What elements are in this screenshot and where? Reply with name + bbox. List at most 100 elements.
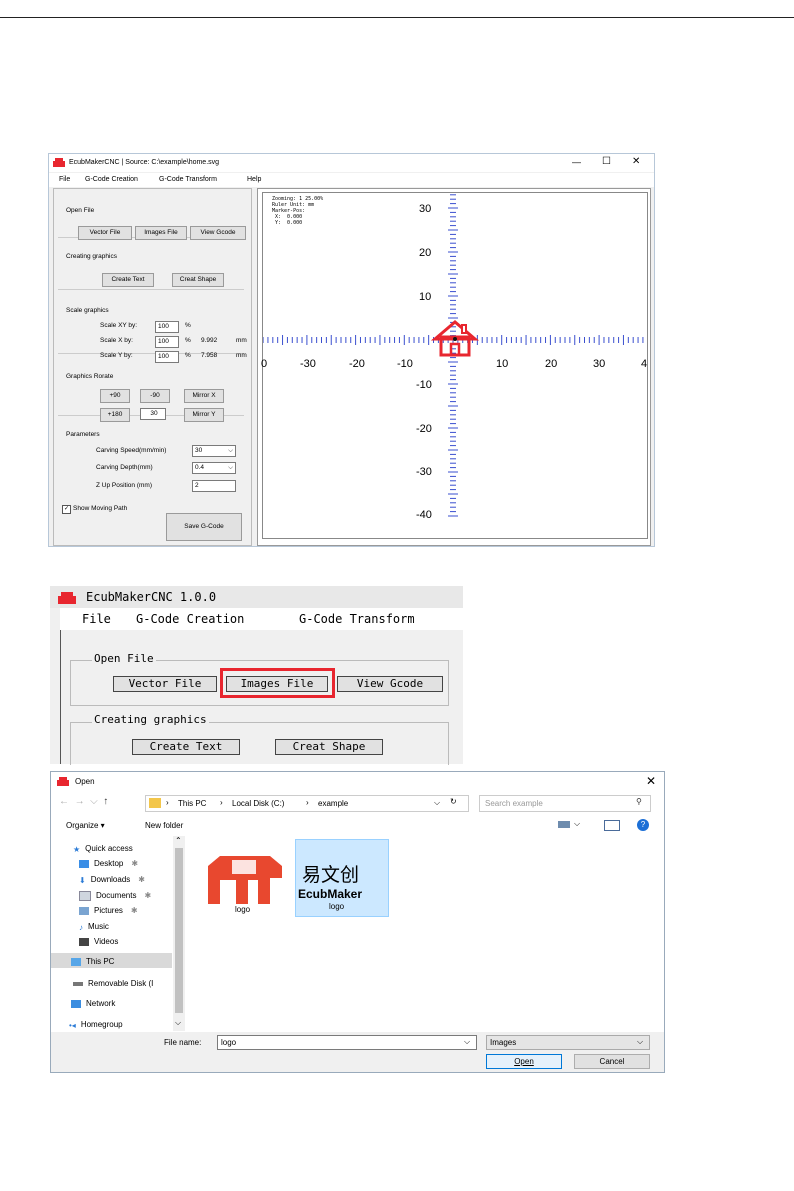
breadcrumb-local-disk[interactable]: Local Disk (C:) xyxy=(232,799,284,808)
carving-depth-label: Carving Depth(mm) xyxy=(96,464,153,471)
unit: % xyxy=(185,337,191,344)
nav-label: Quick access xyxy=(85,844,133,853)
menu-gcode-creation[interactable]: G-Code Creation xyxy=(85,176,138,183)
chevron-down-icon[interactable]: ⌵ xyxy=(464,1037,470,1047)
y-tick-label: 30 xyxy=(419,203,432,215)
minimize-icon[interactable]: — xyxy=(572,157,581,167)
filename-input[interactable]: logo ⌵ xyxy=(217,1035,477,1050)
menu-gcode-transform[interactable]: G-Code Transform xyxy=(159,176,217,183)
pin-icon: ✱ xyxy=(138,875,145,884)
scale-x-mm: 9.992 xyxy=(201,337,218,344)
drawing-canvas[interactable]: Zooming: 1 25.00% Ruler Unit: mm Marker-… xyxy=(257,188,651,546)
creating-section: Creating graphics Create Text Creat Shap… xyxy=(58,241,244,290)
menu-gcode-creation[interactable]: G-Code Creation xyxy=(136,612,244,626)
z-up-input[interactable]: 2 xyxy=(192,480,236,492)
nav-scrollbar[interactable]: ⌃ ⌵ xyxy=(173,836,185,1031)
close-icon[interactable]: ✕ xyxy=(646,774,656,788)
creating-group xyxy=(70,722,449,765)
nav-network[interactable]: Network xyxy=(71,999,115,1008)
chevron-down-icon[interactable]: ⌵ xyxy=(574,819,580,829)
create-shape-button[interactable]: Creat Shape xyxy=(172,273,224,287)
new-folder-button[interactable]: New folder xyxy=(145,821,183,830)
cancel-button[interactable]: Cancel xyxy=(574,1054,650,1069)
vector-file-button[interactable]: Vector File xyxy=(113,676,217,692)
breadcrumb-example[interactable]: example xyxy=(318,799,348,808)
scroll-thumb[interactable] xyxy=(175,848,183,1013)
view-gcode-button[interactable]: View Gcode xyxy=(337,676,443,692)
file-name: logo xyxy=(235,905,251,914)
file-type-select[interactable]: Images ⌵ xyxy=(486,1035,650,1050)
carving-speed-value: 30 xyxy=(195,447,203,454)
mirror-x-button[interactable]: Mirror X xyxy=(184,389,224,403)
scale-section: Scale graphics Scale XY by: 100 % Scale … xyxy=(58,293,247,363)
nav-removable-disk[interactable]: Removable Disk (I xyxy=(73,979,153,988)
menu-file[interactable]: File xyxy=(59,176,70,183)
scale-xy-input[interactable]: 100 xyxy=(155,321,179,333)
menu-file[interactable]: File xyxy=(82,612,111,626)
nav-pictures[interactable]: Pictures ✱ xyxy=(79,906,138,915)
forward-arrow-icon[interactable]: → xyxy=(75,796,85,807)
file-item[interactable]: logo xyxy=(203,841,287,915)
organize-button[interactable]: Organize ▾ xyxy=(66,821,105,830)
scale-x-input[interactable]: 100 xyxy=(155,336,179,348)
nav-label: Downloads xyxy=(90,875,131,884)
scale-x-label: Scale X by: xyxy=(100,337,133,344)
rotate-plus-90-button[interactable]: +90 xyxy=(100,389,130,403)
breadcrumb-this-pc[interactable]: This PC xyxy=(178,799,206,808)
open-file-section: Open File Vector File Images File View G… xyxy=(58,193,246,240)
nav-music[interactable]: ♪ Music xyxy=(79,922,109,932)
control-panel: Open File Vector File Images File View G… xyxy=(53,188,252,546)
back-arrow-icon[interactable]: ← xyxy=(59,796,69,807)
breadcrumb-sep: › xyxy=(306,798,309,807)
nav-videos[interactable]: Videos xyxy=(79,937,118,946)
file-item-selected[interactable]: 易文创 EcubMaker logo xyxy=(295,839,389,917)
rotate-minus-90-button[interactable]: -90 xyxy=(140,389,170,403)
footer: File name: logo ⌵ Images ⌵ Open Cancel xyxy=(51,1032,664,1072)
x-tick-label: 20 xyxy=(545,358,558,370)
view-gcode-button[interactable]: View Gcode xyxy=(190,226,246,240)
nav-desktop[interactable]: Desktop ✱ xyxy=(79,859,138,868)
carving-depth-select[interactable]: 0.4 ⌵ xyxy=(192,462,236,474)
nav-downloads[interactable]: ⬇ Downloads ✱ xyxy=(79,875,145,885)
menu-help[interactable]: Help xyxy=(247,176,261,183)
close-icon[interactable]: ✕ xyxy=(632,156,640,167)
chevron-down-icon[interactable]: ⌵ xyxy=(434,798,440,808)
nav-documents[interactable]: Documents ✱ xyxy=(79,891,151,901)
show-path-checkbox[interactable]: ✓ xyxy=(62,505,71,514)
chinese-brand: 易文创 xyxy=(302,864,360,886)
up-arrow-icon[interactable]: ↑ xyxy=(103,796,108,807)
help-icon[interactable]: ? xyxy=(637,819,649,831)
carving-speed-select[interactable]: 30 ⌵ xyxy=(192,445,236,457)
menu-gcode-transform[interactable]: G-Code Transform xyxy=(299,612,415,626)
search-input[interactable]: Search example ⚲ xyxy=(479,795,651,812)
file-name: logo xyxy=(329,902,345,911)
x-tick-label: -30 xyxy=(300,358,316,370)
preview-pane-icon[interactable] xyxy=(604,820,620,831)
file-type-value: Images xyxy=(490,1038,517,1047)
nav-quick-access[interactable]: ★ Quick access xyxy=(73,844,133,854)
rotate-section: Graphics Rorate +90 -90 Mirror X +180 30… xyxy=(58,357,244,422)
vector-file-button[interactable]: Vector File xyxy=(78,226,132,240)
nav-homegroup[interactable]: •◂ Homegroup xyxy=(69,1020,123,1030)
refresh-icon[interactable]: ↻ xyxy=(450,797,457,806)
divider xyxy=(60,630,61,764)
title-bar: EcubMakerCNC 1.0.0 xyxy=(50,586,463,608)
y-tick-label: -40 xyxy=(416,509,432,521)
create-text-button[interactable]: Create Text xyxy=(132,739,240,755)
create-shape-button[interactable]: Creat Shape xyxy=(275,739,383,755)
x-tick-label: 30 xyxy=(593,358,606,370)
nav-this-pc[interactable]: This PC xyxy=(71,957,114,966)
images-file-button[interactable]: Images File xyxy=(135,226,187,240)
create-text-button[interactable]: Create Text xyxy=(102,273,154,287)
usb-drive-icon xyxy=(73,981,83,986)
address-bar[interactable]: › This PC › Local Disk (C:) › example ⌵ … xyxy=(145,795,469,812)
open-button[interactable]: Open xyxy=(486,1054,562,1069)
maximize-icon[interactable]: ☐ xyxy=(602,156,611,167)
dropdown-icon[interactable]: ⌵ xyxy=(90,796,98,807)
chevron-down-icon[interactable]: ⌵ xyxy=(175,1018,181,1028)
star-icon: ★ xyxy=(73,844,81,854)
chevron-up-icon[interactable]: ⌃ xyxy=(175,836,182,845)
view-icon[interactable] xyxy=(558,821,570,828)
title-bar: Open ✕ xyxy=(51,772,664,792)
save-gcode-button[interactable]: Save G-Code xyxy=(166,513,242,541)
